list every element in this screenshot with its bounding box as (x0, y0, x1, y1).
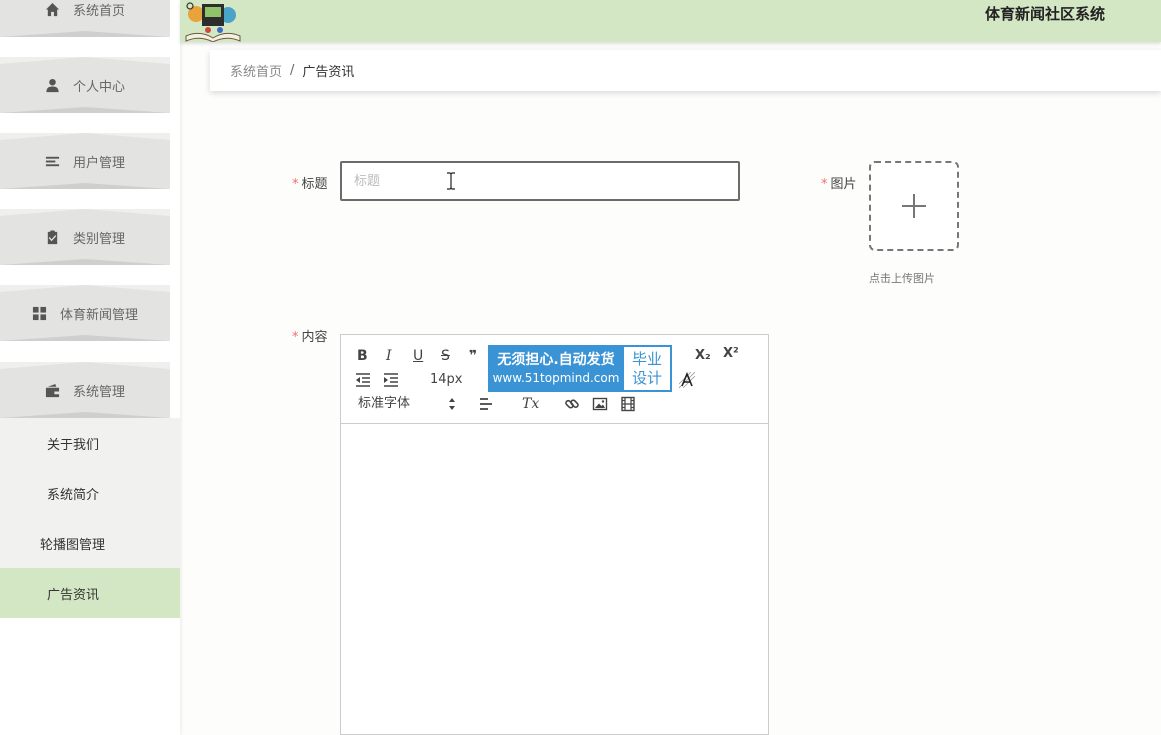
superscript-button[interactable]: X² (723, 346, 739, 362)
top-header: 体育新闻社区系统 (180, 0, 1161, 43)
promo-badge-line2: 设计 (631, 368, 662, 387)
title-label: * 标题 (292, 173, 328, 192)
submenu-item-ads[interactable]: 广告资讯 (0, 568, 180, 618)
upload-hint: 点击上传图片 (869, 272, 935, 285)
sidebar-item-label: 用户管理 (72, 155, 125, 171)
home-icon (45, 1, 61, 17)
wallet-icon (45, 382, 61, 398)
breadcrumb-separator: / (290, 63, 295, 78)
clipboard-icon (45, 229, 61, 245)
promo-banner: 无须担心.自动发货 www.51topmind.com 毕业 设计 (488, 345, 672, 392)
clear-format-button[interactable]: Tx (522, 396, 539, 412)
image-upload-button[interactable] (869, 161, 959, 251)
sidebar-item-label: 系统管理 (72, 384, 125, 400)
user-icon (45, 77, 61, 93)
rich-text-editor: B I U S ❞ 无须担心.自动发货 www.51topmind.com 毕业… (340, 334, 769, 735)
required-mark: * (821, 177, 828, 192)
breadcrumb-home-link[interactable]: 系统首页 (230, 61, 282, 80)
required-mark: * (292, 177, 299, 192)
grid-icon (32, 305, 48, 321)
quote-icon[interactable]: ❞ (469, 348, 477, 364)
submenu-item-label: 广告资讯 (47, 587, 100, 603)
promo-badge-line1: 毕业 (631, 349, 662, 368)
promo-line2: www.51topmind.com (492, 370, 620, 385)
sidebar-item-label: 类别管理 (72, 231, 125, 247)
promo-line1: 无须担心.自动发货 (497, 351, 615, 368)
sidebar-item-home[interactable]: 系统首页 (0, 0, 170, 37)
underline-button[interactable]: U (413, 348, 423, 364)
sidebar-item-news[interactable]: 体育新闻管理 (0, 285, 170, 341)
bold-button[interactable]: B (357, 348, 368, 364)
title-label-text: 标题 (301, 177, 328, 192)
promo-text: 无须担心.自动发货 www.51topmind.com (488, 345, 624, 392)
align-icon[interactable] (478, 396, 494, 416)
content-label-text: 内容 (301, 330, 328, 345)
editor-toolbar: B I U S ❞ 无须担心.自动发货 www.51topmind.com 毕业… (341, 335, 768, 424)
select-arrows-icon[interactable] (444, 396, 460, 416)
text-cursor-icon (447, 172, 455, 190)
promo-badge: 毕业 设计 (624, 347, 670, 390)
submenu-item-label: 轮播图管理 (40, 537, 106, 553)
text-background-icon[interactable] (678, 371, 696, 392)
content-label: * 内容 (292, 326, 328, 345)
italic-button[interactable]: I (386, 348, 392, 364)
sidebar-item-system[interactable]: 系统管理 (0, 362, 170, 418)
image-label-text: 图片 (830, 177, 857, 192)
link-icon[interactable] (564, 396, 580, 416)
required-mark: * (292, 330, 299, 345)
sidebar-item-label: 系统首页 (72, 3, 125, 19)
logo (182, 0, 244, 43)
list-icon (45, 153, 61, 169)
outdent-icon[interactable] (355, 372, 371, 392)
image-label: * 图片 (821, 173, 857, 192)
plus-icon (902, 194, 926, 218)
font-size-select[interactable]: 14px (430, 372, 463, 388)
image-icon[interactable] (592, 396, 608, 416)
sidebar-item-profile[interactable]: 个人中心 (0, 57, 170, 113)
title-input[interactable] (340, 161, 740, 201)
sidebar-item-label: 个人中心 (72, 79, 125, 95)
strike-button[interactable]: S (441, 348, 450, 364)
system-submenu: 关于我们 系统简介 轮播图管理 广告资讯 (0, 418, 180, 618)
font-family-select[interactable]: 标准字体 (358, 396, 410, 412)
submenu-item-about[interactable]: 关于我们 (0, 418, 180, 468)
breadcrumb: 系统首页 / 广告资讯 (210, 50, 1161, 91)
system-title: 体育新闻社区系统 (984, 5, 1105, 23)
submenu-item-label: 系统简介 (47, 487, 100, 503)
video-icon[interactable] (620, 396, 636, 416)
sidebar-item-label: 体育新闻管理 (59, 307, 138, 323)
indent-icon[interactable] (383, 372, 399, 392)
subscript-button[interactable]: X₂ (695, 348, 711, 364)
sidebar-item-users[interactable]: 用户管理 (0, 133, 170, 189)
submenu-item-carousel[interactable]: 轮播图管理 (0, 518, 180, 568)
submenu-item-label: 关于我们 (47, 437, 100, 453)
sidebar-item-categories[interactable]: 类别管理 (0, 209, 170, 265)
breadcrumb-current: 广告资讯 (302, 65, 355, 80)
editor-content-area[interactable] (341, 425, 768, 734)
sidebar: 系统首页 个人中心 用户管理 类别管理 体育新闻管理 系统管理 关于我们 系统简… (0, 0, 180, 735)
submenu-item-intro[interactable]: 系统简介 (0, 468, 180, 518)
